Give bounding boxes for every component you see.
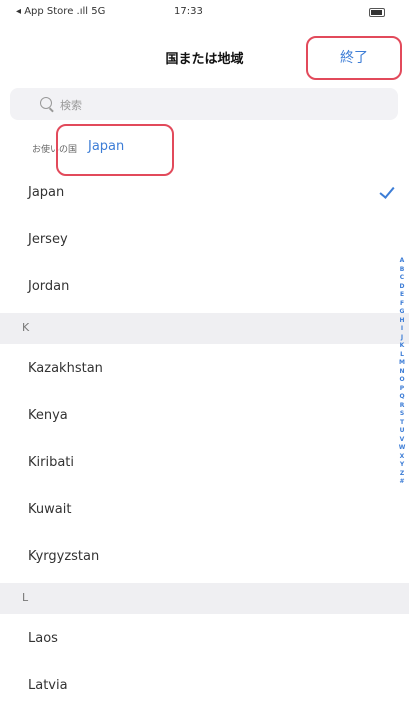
index-letter[interactable]: F: [400, 300, 404, 309]
country-name: Kuwait: [28, 502, 72, 517]
index-letter[interactable]: A: [400, 257, 405, 266]
index-letter[interactable]: H: [399, 317, 404, 326]
index-letter[interactable]: T: [400, 419, 404, 428]
index-letter[interactable]: #: [399, 478, 404, 487]
country-name: Kazakhstan: [28, 361, 103, 376]
index-letter[interactable]: L: [400, 351, 404, 360]
index-letter[interactable]: K: [400, 342, 405, 351]
index-letter[interactable]: C: [400, 274, 404, 283]
section-header-k: K: [0, 313, 409, 344]
index-letter[interactable]: M: [399, 359, 405, 368]
section-header-l: L: [0, 583, 409, 614]
index-letter[interactable]: I: [401, 325, 403, 334]
list-item-kenya[interactable]: Kenya: [0, 393, 409, 440]
list-item-jordan[interactable]: Jordan: [0, 264, 409, 311]
section-index-bar[interactable]: A B C D E F G H I J K L M N O P Q R S T U V W X Y Z #: [397, 257, 407, 487]
index-letter[interactable]: B: [400, 266, 405, 275]
index-letter[interactable]: Z: [400, 470, 404, 479]
section-header-label: L: [22, 591, 29, 604]
list-item-latvia[interactable]: Latvia: [0, 663, 409, 710]
country-name: Kiribati: [28, 455, 75, 470]
status-time: 17:33: [174, 6, 203, 17]
list-item-kyrgyzstan[interactable]: Kyrgyzstan: [0, 534, 409, 581]
index-letter[interactable]: W: [399, 444, 406, 453]
search-bar: 検索: [10, 84, 398, 124]
checkmark-icon: [379, 183, 395, 199]
section-header-label: K: [22, 321, 30, 334]
list-item-jersey[interactable]: Jersey: [0, 217, 409, 264]
index-letter[interactable]: S: [400, 410, 404, 419]
country-name: Jordan: [28, 279, 70, 294]
list-item-kiribati[interactable]: Kiribati: [0, 440, 409, 487]
index-letter[interactable]: O: [399, 376, 404, 385]
index-letter[interactable]: E: [400, 291, 404, 300]
country-name: Laos: [28, 631, 58, 646]
index-letter[interactable]: Y: [400, 461, 404, 470]
search-icon: [40, 97, 52, 109]
index-letter[interactable]: N: [399, 368, 404, 377]
status-bar: ◂ App Store .ıll 5G 17:33: [0, 0, 409, 24]
country-name: Latvia: [28, 678, 68, 693]
list-item-kazakhstan[interactable]: Kazakhstan: [0, 346, 409, 393]
done-button[interactable]: 終了: [306, 36, 402, 80]
index-letter[interactable]: D: [400, 283, 405, 292]
country-name: Kyrgyzstan: [28, 549, 100, 564]
search-input[interactable]: 検索: [10, 88, 398, 120]
index-letter[interactable]: U: [400, 427, 405, 436]
search-placeholder: 検索: [60, 99, 82, 112]
current-country-row: お使いの国 Japan: [0, 124, 409, 176]
navigation-bar: 国または地域 終了: [0, 30, 409, 82]
index-letter[interactable]: X: [400, 453, 405, 462]
index-letter[interactable]: G: [400, 308, 405, 317]
country-name: Jersey: [28, 232, 68, 247]
index-letter[interactable]: Q: [399, 393, 404, 402]
index-letter[interactable]: P: [400, 385, 404, 394]
battery-icon: [369, 8, 385, 17]
list-item-kuwait[interactable]: Kuwait: [0, 487, 409, 534]
index-letter[interactable]: R: [400, 402, 405, 411]
index-letter[interactable]: J: [401, 334, 403, 343]
current-country-value[interactable]: Japan: [88, 139, 124, 154]
carrier-back-link[interactable]: ◂ App Store .ıll 5G: [16, 6, 105, 17]
country-list: Japan Jersey Jordan K Kazakhstan Kenya K…: [0, 170, 409, 710]
list-item-laos[interactable]: Laos: [0, 616, 409, 663]
country-name: Japan: [28, 185, 65, 200]
index-letter[interactable]: V: [400, 436, 405, 445]
list-item-japan[interactable]: Japan: [0, 170, 409, 217]
country-name: Kenya: [28, 408, 68, 423]
